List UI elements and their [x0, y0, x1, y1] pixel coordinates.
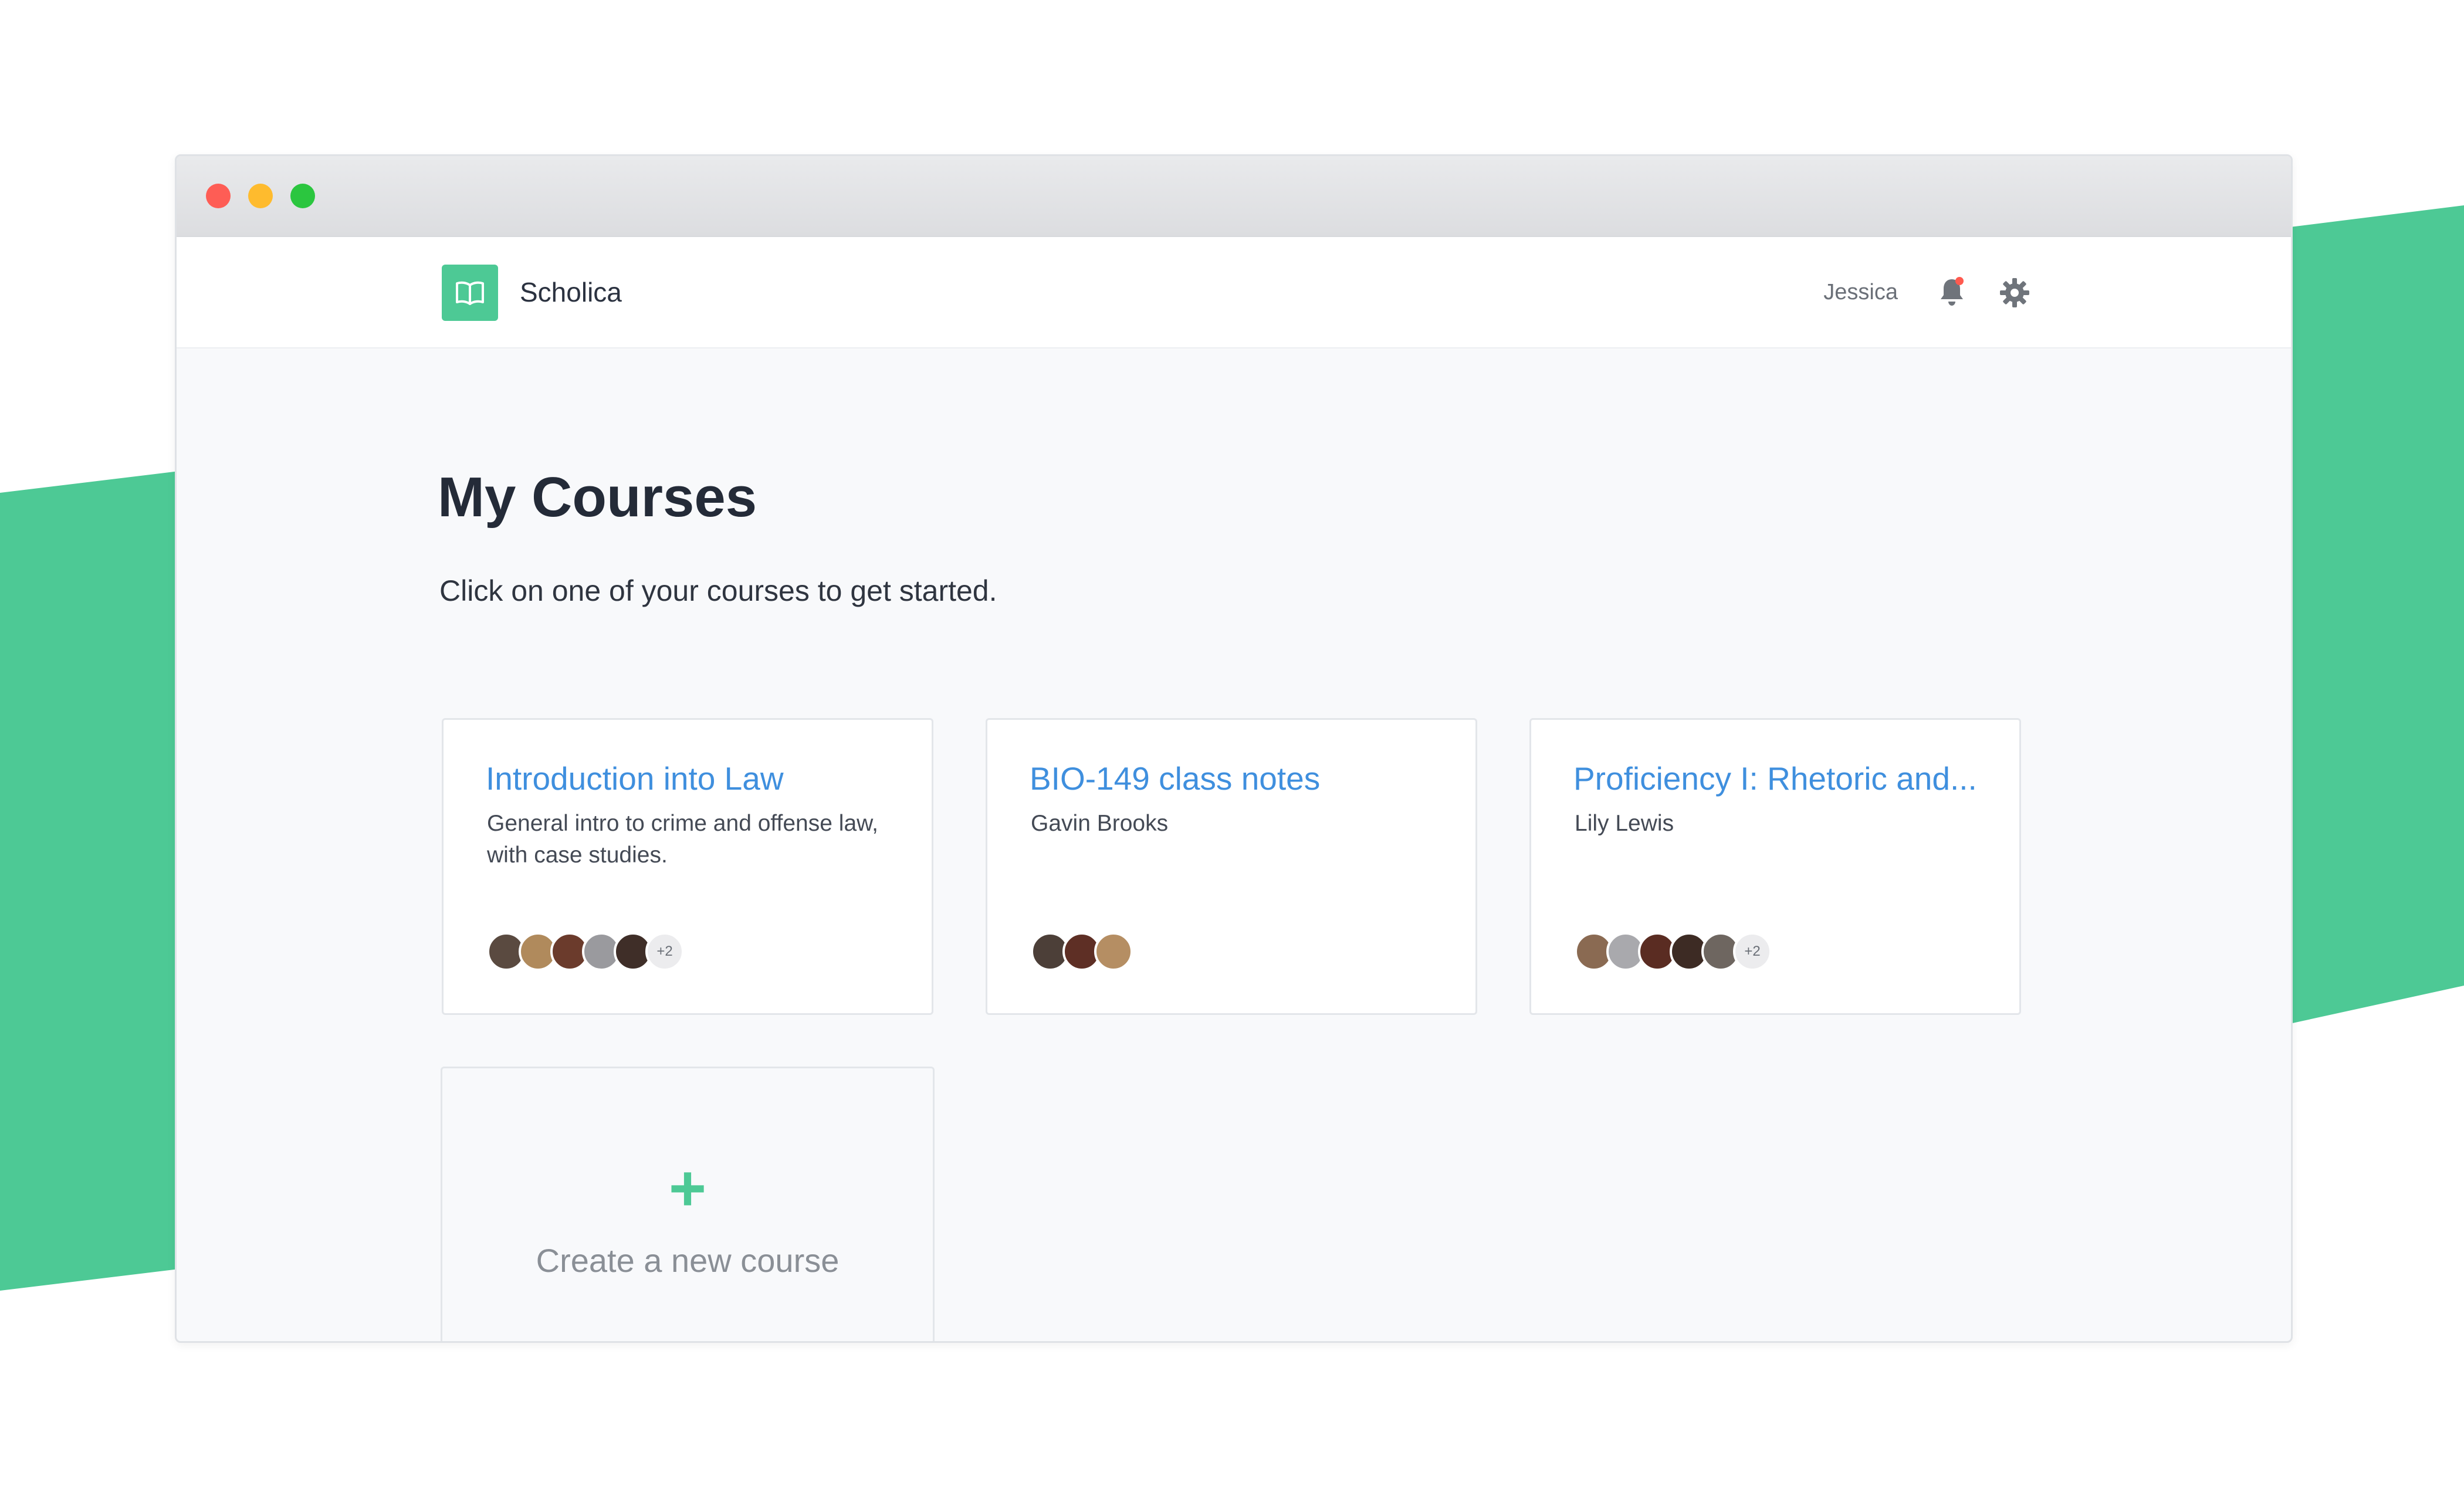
minimize-window-button[interactable] — [248, 184, 273, 208]
background-band-right — [2276, 205, 2464, 1027]
avatar — [1094, 932, 1133, 971]
member-avatars — [1031, 932, 1133, 971]
app-header: Scholica Jessica — [177, 237, 2291, 348]
course-title[interactable]: Introduction into Law — [486, 756, 784, 801]
page-subtitle: Click on one of your courses to get star… — [439, 574, 997, 607]
member-avatars: +2 — [487, 932, 684, 971]
member-avatars: +2 — [1575, 932, 1772, 971]
brand-name[interactable]: Scholica — [520, 273, 622, 311]
gear-icon[interactable] — [1999, 277, 2030, 309]
page-title: My Courses — [438, 466, 757, 529]
plus-icon: + — [668, 1152, 707, 1224]
course-title[interactable]: BIO-149 class notes — [1030, 756, 1320, 801]
browser-window: Scholica Jessica My Courses Click on one… — [175, 154, 2293, 1343]
course-card-bio-149[interactable]: BIO-149 class notes Gavin Brooks — [986, 718, 1477, 1015]
course-description: General intro to crime and offense law, … — [487, 811, 878, 868]
course-card-proficiency-rhetoric[interactable]: Proficiency I: Rhetoric and... Lily Lewi… — [1529, 718, 2021, 1015]
notification-dot — [1955, 277, 1964, 285]
create-course-label: Create a new course — [536, 1242, 840, 1279]
open-book-icon[interactable] — [442, 265, 498, 321]
create-course-button[interactable]: + Create a new course — [441, 1067, 935, 1341]
course-instructor: Lily Lewis — [1575, 811, 1674, 836]
avatar-overflow-count: +2 — [645, 932, 684, 971]
window-titlebar — [177, 156, 2291, 237]
bell-icon[interactable] — [1935, 276, 1968, 309]
user-menu[interactable]: Jessica — [1823, 276, 1898, 309]
background-band-left — [0, 469, 194, 1291]
course-instructor: Gavin Brooks — [1031, 811, 1169, 836]
course-card-introduction-into-law[interactable]: Introduction into Law General intro to c… — [442, 718, 933, 1015]
maximize-window-button[interactable] — [290, 184, 315, 208]
close-window-button[interactable] — [206, 184, 231, 208]
course-title[interactable]: Proficiency I: Rhetoric and... — [1573, 756, 1977, 801]
avatar-overflow-count: +2 — [1733, 932, 1772, 971]
